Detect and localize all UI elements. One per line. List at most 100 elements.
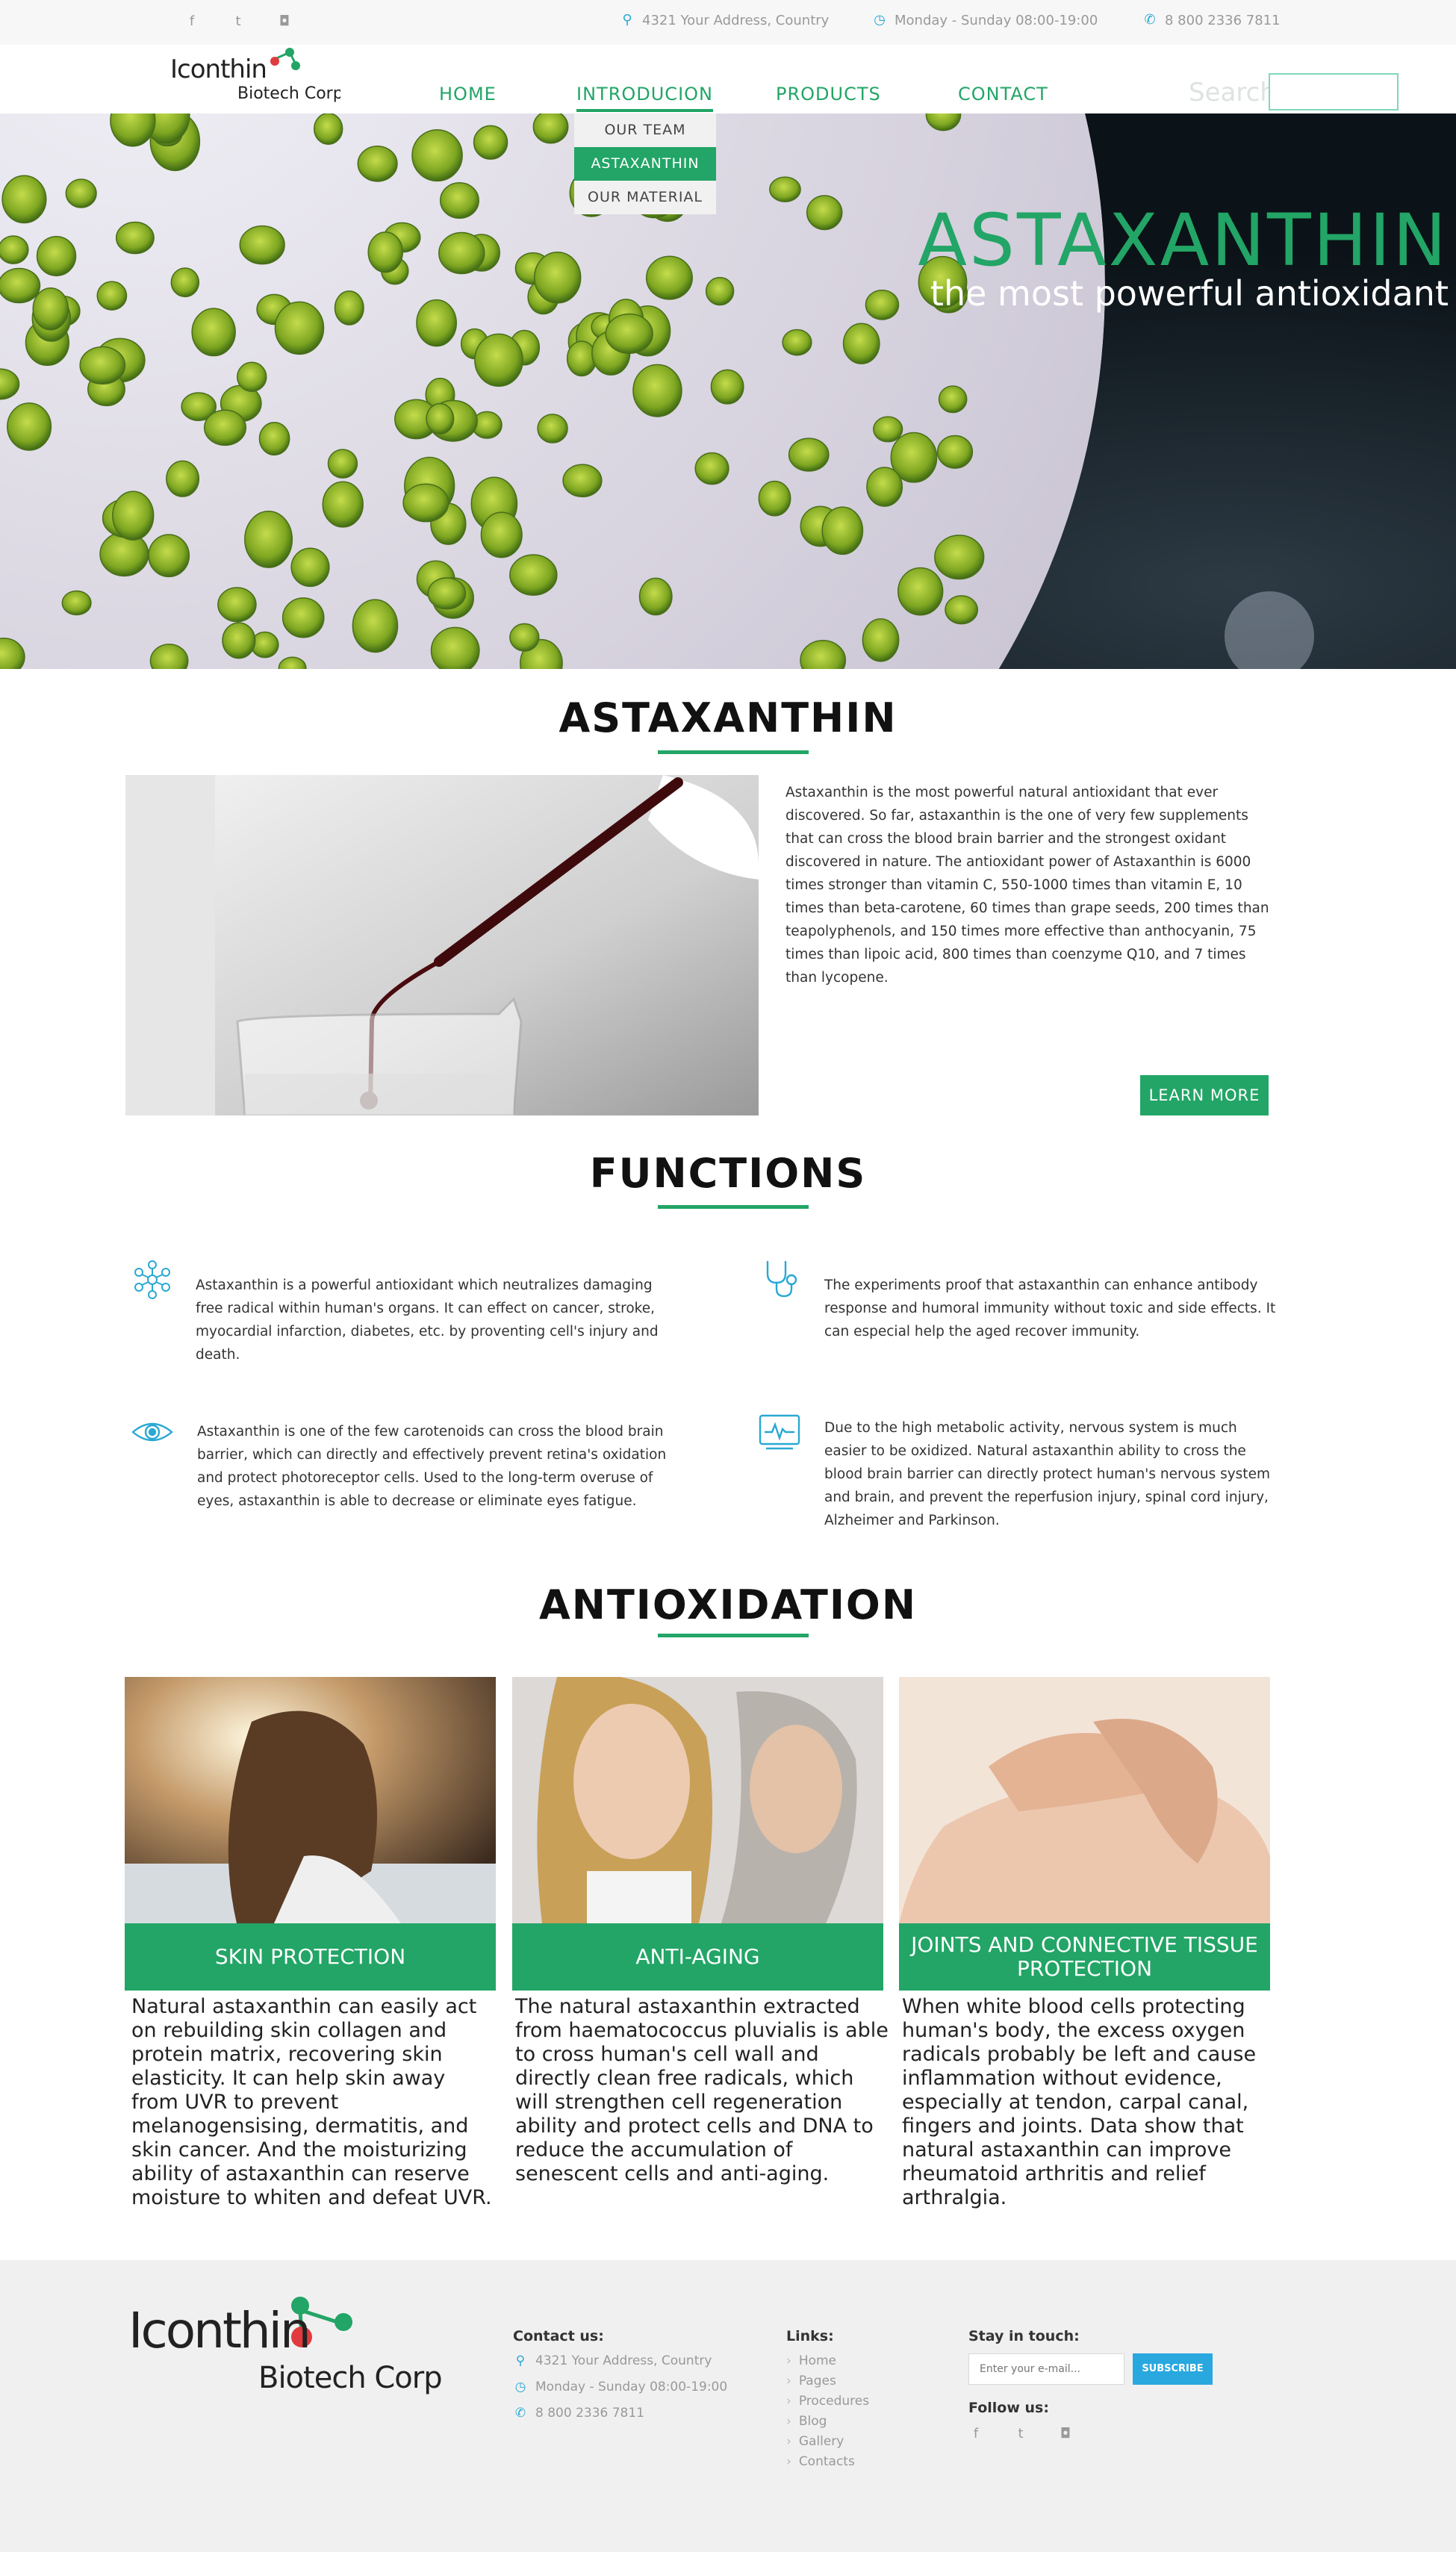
footer-link-contacts[interactable]: › Contacts (786, 2454, 855, 2469)
algae-cell (239, 225, 285, 265)
algae-cell (367, 231, 403, 273)
dropdown-item-our-material[interactable]: OUR MATERIAL (574, 181, 716, 214)
algae-cell (274, 301, 325, 355)
phone-icon: ✆ (514, 2406, 526, 2421)
joints-image (899, 1677, 1270, 1923)
footer-logo[interactable]: Iconthin Biotech Corp. (128, 2289, 442, 2409)
algae-cell (934, 535, 985, 580)
algae-cell (112, 491, 155, 541)
algae-cell (430, 626, 480, 669)
algae-cell (710, 369, 744, 405)
algae-cell (250, 631, 279, 659)
algae-cell (534, 251, 582, 304)
dropdown-item-astaxanthin[interactable]: ASTAXANTHIN (574, 147, 716, 181)
nav-contact[interactable]: CONTACT (958, 84, 1048, 105)
algae-cell (638, 577, 673, 616)
algae-cell (148, 534, 190, 578)
algae-cell (352, 599, 399, 653)
algae-cell (1, 175, 47, 224)
card-title-joints: JOINTS AND CONNECTIVE TISSUE PROTECTION (899, 1923, 1270, 1991)
footer-logo-subtitle: Biotech Corp. (258, 2361, 442, 2395)
algae-cell (327, 449, 358, 479)
learn-more-button[interactable]: LEARN MORE (1140, 1075, 1269, 1115)
hero-banner: ASTAXANTHIN the most powerful antioxidan… (0, 113, 1456, 669)
algae-cell (938, 385, 968, 414)
algae-cell (532, 113, 569, 144)
algae-cell (7, 402, 52, 451)
algae-cell (873, 416, 903, 443)
newsletter-email-input[interactable] (968, 2353, 1124, 2385)
section-divider (658, 1634, 809, 1637)
search-input[interactable] (1269, 73, 1399, 111)
phone-text[interactable]: 8 800 2336 7811 (1165, 13, 1281, 28)
nav-introducion[interactable]: INTRODUCION (576, 84, 713, 112)
algae-cell (788, 438, 830, 472)
twitter-icon[interactable]: t (230, 13, 246, 30)
footer-link-label: Pages (798, 2374, 836, 2388)
footer-phone-text[interactable]: 8 800 2336 7811 (535, 2406, 644, 2421)
algae-cell (426, 402, 455, 435)
antioxidation-section-title: ANTIOXIDATION (538, 1581, 918, 1628)
nav-products[interactable]: PRODUCTS (776, 84, 881, 105)
footer-link-label: Blog (798, 2414, 827, 2429)
algae-cell (438, 231, 485, 275)
algae-cell (782, 329, 812, 356)
company-logo[interactable]: Iconthin Biotech Corp. (169, 45, 340, 112)
introducion-dropdown: OUR TEAM ASTAXANTHIN OUR MATERIAL (574, 113, 716, 214)
function-text-3: Astaxanthin is one of the few carotenoid… (197, 1424, 667, 1509)
footer-follow-heading: Follow us: (968, 2400, 1049, 2416)
algae-cell (480, 511, 523, 558)
twitter-icon[interactable]: t (1013, 2426, 1028, 2442)
stethoscope-icon (766, 1260, 797, 1298)
algae-cell (99, 532, 149, 577)
search-label: Search (1189, 78, 1276, 108)
skin-protection-image (125, 1677, 496, 1923)
footer-link-gallery[interactable]: › Gallery (786, 2434, 844, 2449)
footer-link-pages[interactable]: › Pages (786, 2374, 836, 2388)
dropdown-item-our-team[interactable]: OUR TEAM (574, 113, 716, 147)
facebook-icon[interactable]: f (968, 2426, 983, 2442)
astaxanthin-section-title: ASTAXANTHIN (559, 694, 897, 741)
nav-home[interactable]: HOME (439, 84, 497, 105)
footer-link-home[interactable]: › Home (786, 2353, 836, 2368)
algae-cell (694, 452, 729, 485)
footer-stay-heading: Stay in touch: (968, 2328, 1080, 2344)
chevron-right-icon: › (786, 2434, 791, 2449)
algae-cell (244, 510, 293, 568)
anti-aging-image (512, 1677, 883, 1923)
facebook-icon[interactable]: f (184, 13, 200, 30)
algae-cell (203, 409, 247, 446)
algae-cell (411, 129, 463, 182)
location-pin-icon: ⚲ (515, 2353, 526, 2368)
subscribe-button[interactable]: SUBSCRIBE (1133, 2353, 1213, 2385)
algae-cell (258, 422, 290, 456)
function-text-2: The experiments proof that astaxanthin c… (824, 1277, 1276, 1339)
footer-link-blog[interactable]: › Blog (786, 2414, 827, 2429)
algae-cell (416, 299, 457, 347)
algae-cell (509, 623, 540, 652)
instagram-icon[interactable]: ◘ (276, 13, 293, 30)
logo-wordmark: Iconthin (170, 55, 267, 84)
card-text-skin-protection: Natural astaxanthin can easily act on re… (131, 1995, 492, 2209)
clock-icon: ◷ (874, 12, 886, 28)
location-pin-icon: ⚲ (622, 12, 632, 28)
algae-cell (357, 145, 398, 182)
algae-cell (36, 236, 77, 277)
function-text-4: Due to the high metabolic activity, nerv… (824, 1420, 1270, 1528)
algae-cell (281, 597, 325, 638)
algae-cell (236, 361, 267, 392)
algae-cell (427, 577, 467, 610)
algae-cell (439, 181, 479, 219)
footer-link-procedures[interactable]: › Procedures (786, 2394, 869, 2409)
algae-cell (936, 435, 974, 469)
heart-monitor-icon (759, 1414, 800, 1450)
algae-cell (769, 176, 801, 202)
card-title-skin-protection: SKIN PROTECTION (125, 1923, 496, 1991)
hours-info: ◷ Monday - Sunday 08:00-19:00 (872, 12, 1098, 28)
instagram-icon[interactable]: ◘ (1058, 2426, 1073, 2442)
card-text-joints: When white blood cells protecting human'… (902, 1995, 1257, 2209)
algae-cell (821, 506, 864, 555)
pipette-beaker-image (125, 775, 759, 1115)
address-text: 4321 Your Address, Country (642, 12, 830, 28)
algae-cell (79, 346, 126, 385)
